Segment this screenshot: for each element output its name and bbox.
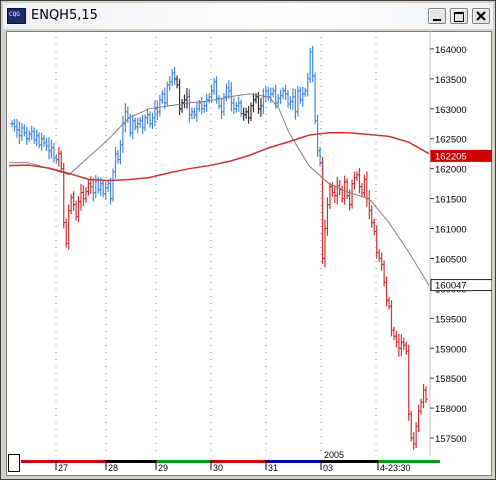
window-title: ENQH5,15: [31, 8, 98, 23]
y-tick-label: 162000: [435, 165, 467, 176]
y-tick-label: 158500: [435, 374, 467, 385]
y-tick-label: 159500: [435, 314, 467, 325]
year-label: 2005: [324, 450, 344, 460]
title-bar[interactable]: CQG ENQH5,15: [3, 3, 493, 29]
cqg-logo-icon[interactable]: CQG: [7, 8, 26, 24]
moving-average-red: [8, 132, 430, 182]
date-label: 28: [108, 463, 118, 473]
maximize-button[interactable]: [450, 8, 468, 24]
y-tick-label: 164000: [435, 45, 467, 56]
price-marker-label: 162205: [435, 151, 467, 162]
y-tick-label: 159000: [435, 344, 467, 355]
close-icon: [476, 11, 486, 21]
price-chart[interactable]: 164000 163500 163000 162500 162000 161500 1610…: [6, 31, 492, 476]
date-label: 27: [58, 463, 68, 473]
y-tick-label: 163500: [435, 75, 467, 86]
date-label: 31: [268, 463, 278, 473]
price-marker-label: 160047: [435, 281, 467, 292]
y-tick-label: 158000: [435, 404, 467, 415]
date-segment-bar: [428, 460, 440, 463]
date-label: 29: [158, 463, 168, 473]
y-tick-label: 162500: [435, 135, 467, 146]
moving-average-gray: [9, 93, 430, 286]
app-icon-text: CQG: [9, 11, 20, 18]
close-button[interactable]: [472, 8, 490, 24]
date-label: 4-23:30: [380, 463, 411, 473]
y-tick-label: 161000: [435, 225, 467, 236]
y-tick-label: 161500: [435, 195, 467, 206]
date-segment-bar: [21, 460, 56, 463]
y-tick-label: 160500: [435, 254, 467, 265]
y-tick-label: 157500: [435, 434, 467, 445]
scroll-thumb[interactable]: [8, 454, 20, 472]
chart-window: CQG ENQH5,15 164000 163500 163000 162500 162…: [0, 0, 496, 480]
y-tick-label: 163000: [435, 105, 467, 116]
date-label: 30: [213, 463, 223, 473]
minimize-button[interactable]: [428, 8, 446, 24]
date-label: 03: [323, 463, 333, 473]
